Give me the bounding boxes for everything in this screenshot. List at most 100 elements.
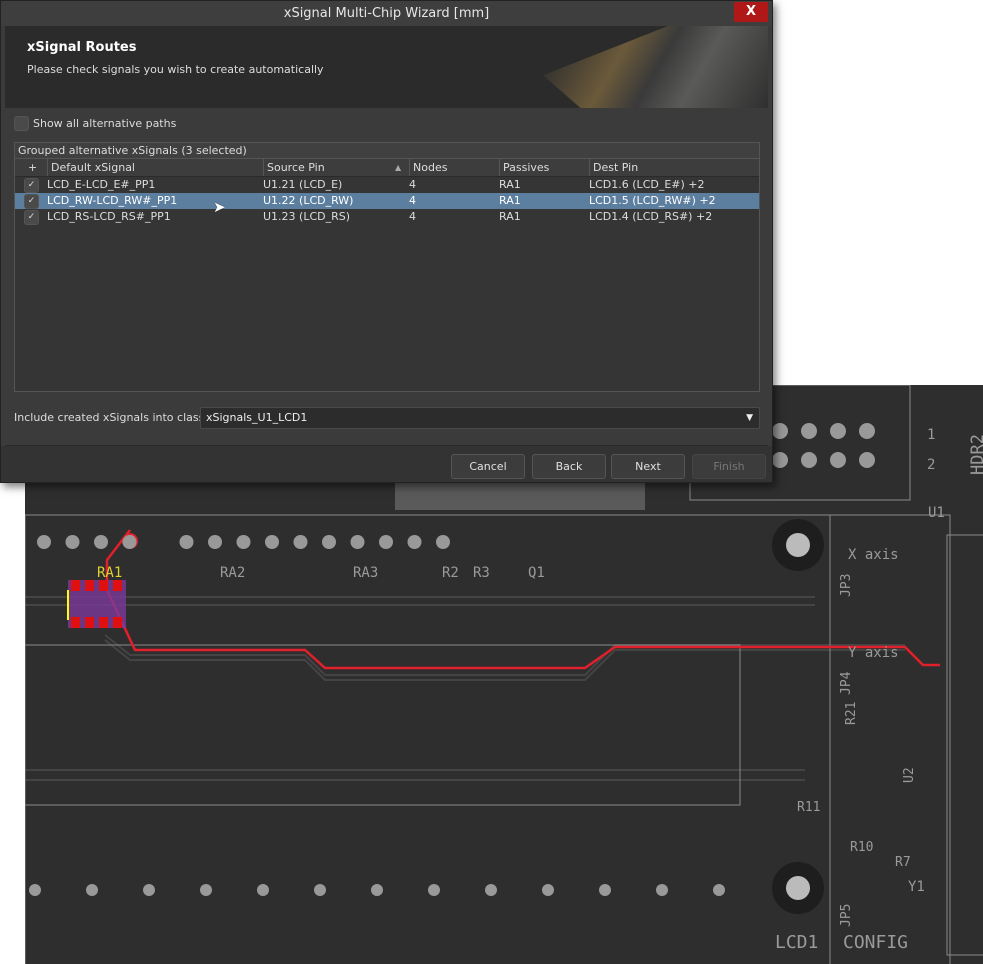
label-y1: Y1	[908, 879, 925, 895]
pcb-pad	[350, 535, 365, 549]
cell-dest: LCD1.4 (LCD_RS#) +2	[589, 210, 713, 223]
group-header: Grouped alternative xSignals (3 selected…	[15, 143, 759, 159]
show-all-alternative-paths-checkbox[interactable]: Show all alternative paths	[14, 116, 176, 131]
label-r7: R7	[895, 855, 911, 870]
class-select-value: xSignals_U1_LCD1	[206, 411, 308, 424]
checkbox-box[interactable]	[14, 116, 29, 131]
cell-signal: LCD_RS-LCD_RS#_PP1	[47, 210, 171, 223]
pcb-pad	[65, 535, 80, 549]
class-select[interactable]: xSignals_U1_LCD1 ▼	[200, 407, 760, 429]
label-r11: R11	[797, 800, 820, 815]
cell-nodes: 4	[409, 194, 416, 207]
column-headers: + Default xSignal Source Pin ▲ Nodes Pas…	[15, 159, 759, 177]
cell-passives: RA1	[499, 210, 521, 223]
cell-dest: LCD1.6 (LCD_E#) +2	[589, 178, 705, 191]
cell-passives: RA1	[499, 194, 521, 207]
label-x-axis: X axis	[848, 547, 899, 563]
pcb-pad	[713, 884, 725, 896]
pcb-pad	[859, 423, 875, 439]
label-r3: R3	[473, 565, 490, 581]
pcb-pad	[830, 452, 846, 468]
pcb-pad	[293, 535, 308, 549]
sort-ascending-icon: ▲	[395, 163, 402, 172]
column-dest-pin[interactable]: Dest Pin	[589, 159, 638, 176]
finish-button: Finish	[692, 454, 766, 479]
pcb-pad	[236, 535, 251, 549]
column-passives[interactable]: Passives	[499, 159, 549, 176]
pcb-pad	[265, 535, 279, 549]
class-label: Include created xSignals into class:	[14, 411, 209, 424]
label-y-axis: Y axis	[848, 645, 899, 661]
label-u2: U2	[902, 767, 917, 783]
button-bar: Cancel Back Next Finish	[1, 446, 772, 482]
label-ra2: RA2	[220, 565, 245, 581]
pcb-pad	[772, 423, 788, 439]
pcb-pad	[859, 452, 875, 468]
title-bar[interactable]: xSignal Multi-Chip Wizard [mm] X	[1, 1, 772, 26]
table-row[interactable]: ✓ LCD_E-LCD_E#_PP1 U1.21 (LCD_E) 4 RA1 L…	[15, 177, 759, 193]
label-ra3: RA3	[353, 565, 378, 581]
cell-passives: RA1	[499, 178, 521, 191]
pcb-pad	[257, 884, 269, 896]
label-r21: R21	[844, 702, 859, 725]
column-source-pin[interactable]: Source Pin	[263, 159, 325, 176]
label-hdr2: HDR2	[968, 434, 983, 475]
label-jp5: JP5	[839, 904, 854, 927]
cell-signal: LCD_E-LCD_E#_PP1	[47, 178, 156, 191]
row-checkbox[interactable]: ✓	[24, 194, 39, 209]
pcb-pad	[428, 884, 440, 896]
chevron-down-icon: ▼	[746, 413, 753, 423]
column-default-xsignal[interactable]: Default xSignal	[47, 159, 135, 176]
header-image	[543, 26, 768, 108]
pcb-pad	[772, 452, 788, 468]
pcb-pad	[830, 423, 846, 439]
table-row-selected[interactable]: ✓ LCD_RW-LCD_RW#_PP1 U1.22 (LCD_RW) 4 RA…	[15, 193, 759, 209]
dialog-title: xSignal Multi-Chip Wizard [mm]	[283, 6, 490, 21]
row-checkbox[interactable]: ✓	[24, 210, 39, 225]
cell-nodes: 4	[409, 178, 416, 191]
column-expand[interactable]: +	[25, 159, 37, 176]
xsignals-grid: Grouped alternative xSignals (3 selected…	[14, 142, 760, 392]
pcb-pad	[314, 884, 326, 896]
pcb-pad	[371, 884, 383, 896]
label-jp4: JP4	[839, 671, 854, 695]
label-jp3: JP3	[839, 574, 854, 597]
label-pin1: 1	[927, 427, 935, 443]
pcb-pad	[436, 535, 450, 549]
pcb-pad	[407, 535, 422, 549]
pcb-pad	[94, 535, 108, 549]
wizard-header: xSignal Routes Please check signals you …	[5, 26, 768, 108]
label-pin2: 2	[927, 457, 935, 473]
pcb-pad	[143, 884, 155, 896]
cell-signal: LCD_RW-LCD_RW#_PP1	[47, 194, 178, 207]
table-row[interactable]: ✓ LCD_RS-LCD_RS#_PP1 U1.23 (LCD_RS) 4 RA…	[15, 209, 759, 225]
back-button[interactable]: Back	[532, 454, 606, 479]
cell-source: U1.23 (LCD_RS)	[263, 210, 351, 223]
xsignal-wizard-dialog: xSignal Multi-Chip Wizard [mm] X xSignal…	[0, 0, 773, 483]
close-button[interactable]: X	[734, 2, 768, 22]
checkbox-label: Show all alternative paths	[33, 117, 177, 130]
label-q1: Q1	[528, 565, 545, 581]
label-config: CONFIG	[843, 932, 908, 953]
cell-dest: LCD1.5 (LCD_RW#) +2	[589, 194, 716, 207]
pcb-pad	[37, 535, 51, 549]
pcb-pad	[200, 884, 212, 896]
pcb-pad	[801, 452, 817, 468]
pcb-pad	[322, 535, 336, 549]
row-checkbox[interactable]: ✓	[24, 178, 39, 193]
page-title: xSignal Routes	[27, 40, 137, 55]
column-nodes[interactable]: Nodes	[409, 159, 447, 176]
pcb-pad	[86, 884, 98, 896]
pcb-pad	[599, 884, 611, 896]
page-subtitle: Please check signals you wish to create …	[27, 63, 324, 76]
cell-source: U1.21 (LCD_E)	[263, 178, 343, 191]
label-ra1: RA1	[97, 565, 122, 581]
cell-nodes: 4	[409, 210, 416, 223]
next-button[interactable]: Next	[611, 454, 685, 479]
cell-source: U1.22 (LCD_RW)	[263, 194, 354, 207]
pcb-pad	[179, 535, 194, 549]
pcb-pad	[801, 423, 817, 439]
cancel-button[interactable]: Cancel	[451, 454, 525, 479]
pcb-pad	[29, 884, 41, 896]
pcb-pad	[122, 535, 137, 549]
